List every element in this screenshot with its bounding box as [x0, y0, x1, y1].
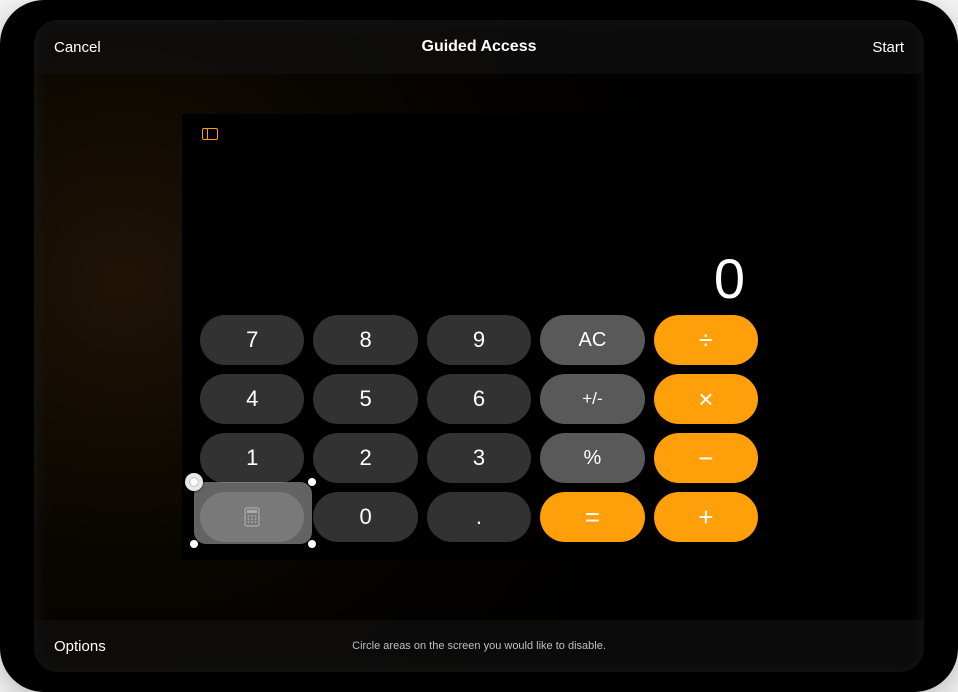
- key-equals[interactable]: =: [540, 492, 644, 542]
- key-add[interactable]: +: [654, 492, 758, 542]
- key-2[interactable]: 2: [313, 433, 417, 483]
- mask-handle-br[interactable]: [308, 540, 316, 548]
- key-decimal[interactable]: .: [427, 492, 531, 542]
- footer-hint: Circle areas on the screen you would lik…: [352, 640, 606, 652]
- options-button[interactable]: Options: [54, 638, 106, 655]
- key-percent[interactable]: %: [540, 433, 644, 483]
- key-7[interactable]: 7: [200, 315, 304, 365]
- cancel-button[interactable]: Cancel: [54, 39, 101, 56]
- key-ac[interactable]: AC: [540, 315, 644, 365]
- key-1[interactable]: 1: [200, 433, 304, 483]
- key-8[interactable]: 8: [313, 315, 417, 365]
- key-0[interactable]: 0: [313, 492, 417, 542]
- key-3[interactable]: 3: [427, 433, 531, 483]
- mask-handle-tr[interactable]: [308, 478, 316, 486]
- ipad-frame: Cancel Guided Access Start 0 7 8 9 AC ÷ …: [0, 0, 958, 692]
- key-9[interactable]: 9: [427, 315, 531, 365]
- key-4[interactable]: 4: [200, 374, 304, 424]
- key-6[interactable]: 6: [427, 374, 531, 424]
- navbar-title: Guided Access: [421, 38, 536, 56]
- mask-handle-tl[interactable]: [190, 478, 198, 486]
- key-5[interactable]: 5: [313, 374, 417, 424]
- key-divide[interactable]: ÷: [654, 315, 758, 365]
- sidebar-toggle-icon[interactable]: [202, 128, 218, 140]
- guided-access-footer: Options Circle areas on the screen you w…: [34, 620, 924, 672]
- key-subtract[interactable]: −: [654, 433, 758, 483]
- key-sign[interactable]: +/-: [540, 374, 644, 424]
- screen: Cancel Guided Access Start 0 7 8 9 AC ÷ …: [34, 20, 924, 672]
- key-multiply[interactable]: ×: [654, 374, 758, 424]
- disabled-area-mask[interactable]: ×: [194, 482, 312, 544]
- start-button[interactable]: Start: [872, 39, 904, 56]
- mask-handle-bl[interactable]: [190, 540, 198, 548]
- guided-access-navbar: Cancel Guided Access Start: [34, 20, 924, 74]
- calculator-display: 0: [200, 140, 758, 315]
